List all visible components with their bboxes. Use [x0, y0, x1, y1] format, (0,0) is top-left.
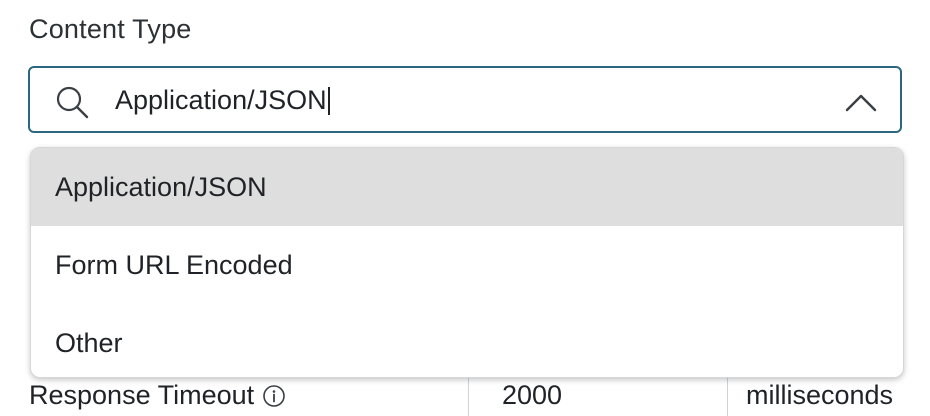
text-caret	[327, 86, 330, 115]
response-timeout-unit: milliseconds	[746, 380, 894, 410]
response-timeout-label: Response Timeout	[29, 380, 286, 411]
option-form-url-encoded[interactable]: Form URL Encoded	[31, 226, 903, 304]
response-timeout-value: 2000	[502, 380, 563, 410]
content-type-input-value: Application/JSON	[115, 85, 327, 115]
response-timeout-label-text: Response Timeout	[29, 380, 255, 410]
content-type-combobox[interactable]: Application/JSON	[28, 66, 902, 133]
info-icon[interactable]	[262, 384, 286, 408]
search-icon	[56, 86, 89, 119]
content-type-search-input[interactable]: Application/JSON	[115, 85, 330, 116]
content-type-label: Content Type	[29, 14, 192, 44]
content-type-form: Content Type Application/JSON Response T…	[0, 0, 930, 416]
chevron-up-icon[interactable]	[844, 86, 878, 116]
option-other[interactable]: Other	[31, 304, 903, 377]
content-type-dropdown-menu: Application/JSON Form URL Encoded Other	[30, 147, 904, 378]
option-application-json[interactable]: Application/JSON	[31, 148, 903, 226]
